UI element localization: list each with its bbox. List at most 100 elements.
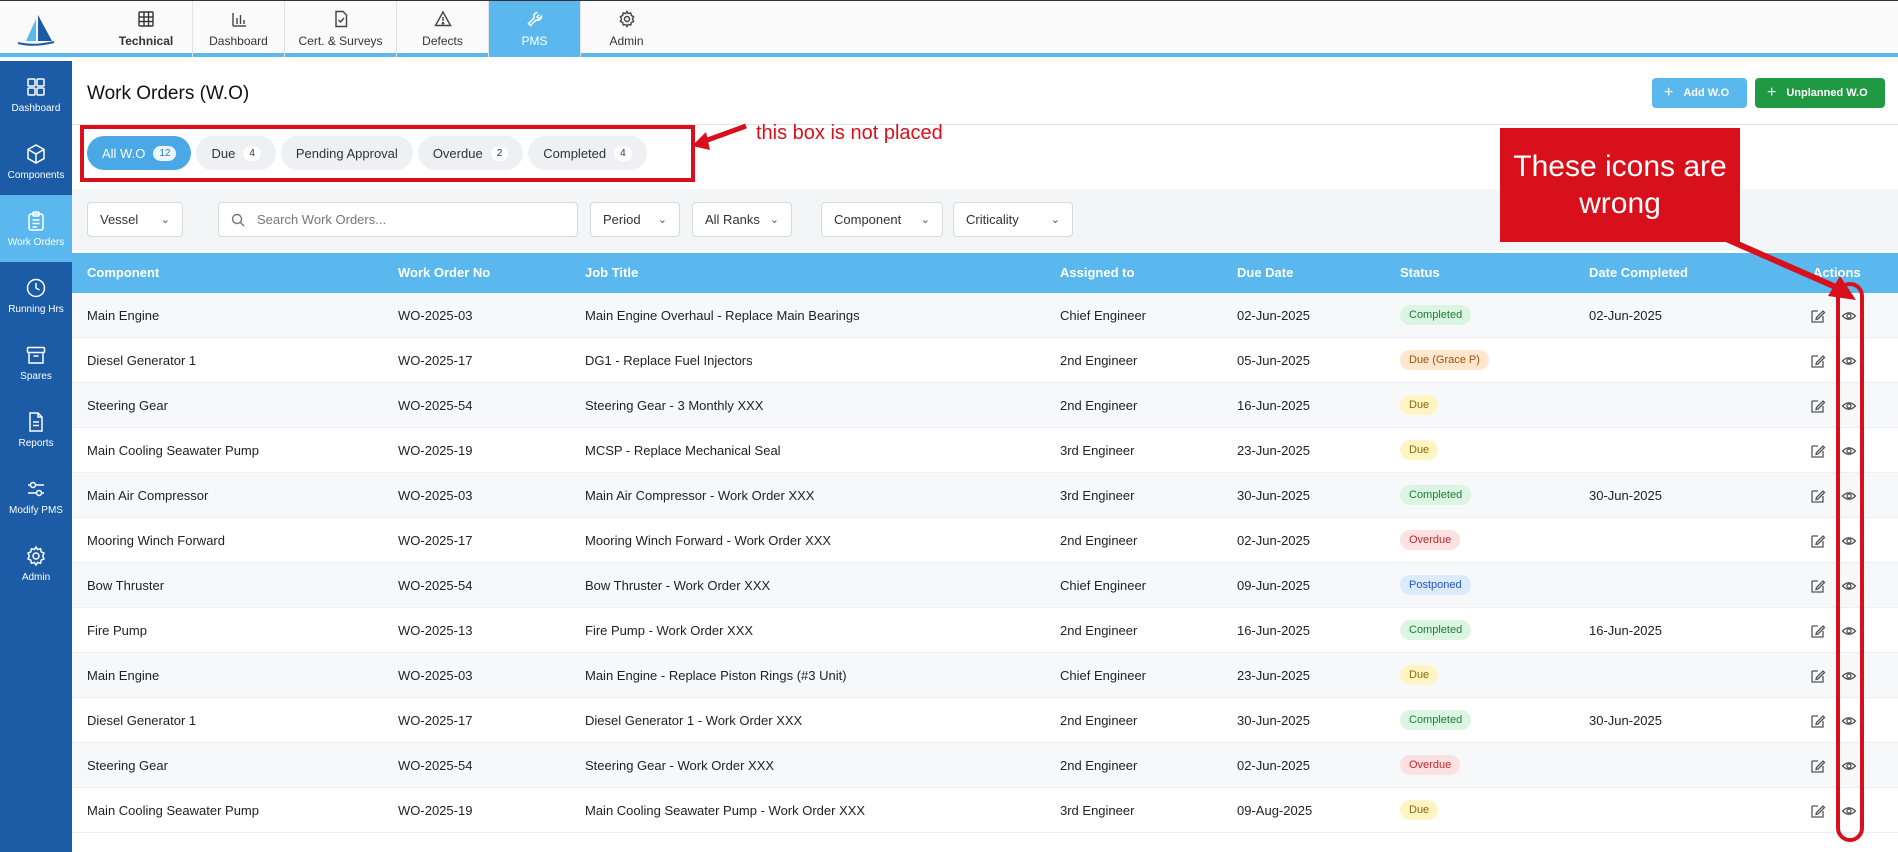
company-logo[interactable] [12, 13, 56, 47]
cube-icon [27, 143, 45, 164]
sidebar-item-work-orders[interactable]: Work Orders [0, 195, 72, 262]
column-header[interactable]: Date Completed [1589, 265, 1688, 280]
table-row[interactable]: Main Cooling Seawater Pump WO-2025-19 MCSP… [72, 428, 1898, 473]
edit-icon[interactable] [1810, 398, 1826, 414]
vessel-select[interactable]: Vessel ⌄ [87, 202, 183, 237]
table-row[interactable]: Main Engine WO-2025-03 Main Engine - Repla… [72, 653, 1898, 698]
table-row[interactable]: Main Cooling Seawater Pump WO-2025-19 Main… [72, 788, 1898, 833]
component-select[interactable]: Component ⌄ [821, 202, 943, 237]
column-header[interactable]: Job Title [585, 265, 638, 280]
edit-icon[interactable] [1810, 803, 1826, 819]
table-cell: Main Air Compressor - Work Order XXX [585, 488, 815, 503]
table-row[interactable]: Main Engine WO-2025-03 Main Engine Overhau… [72, 293, 1898, 338]
table-cell: 02-Jun-2025 [1237, 758, 1310, 773]
table-row[interactable]: Steering Gear WO-2025-54 Steering Gear - 3… [72, 383, 1898, 428]
table-cell: 05-Jun-2025 [1237, 353, 1310, 368]
warning-icon [433, 10, 452, 27]
table-cell: Diesel Generator 1 [87, 353, 197, 368]
search-input[interactable]: Search Work Orders... [218, 202, 578, 237]
edit-icon[interactable] [1810, 578, 1826, 594]
table-cell: Mooring Winch Forward - Work Order XXX [585, 533, 832, 548]
topnav-technical[interactable]: Technical [100, 1, 192, 57]
edit-icon[interactable] [1810, 308, 1826, 324]
edit-icon[interactable] [1810, 668, 1826, 684]
table-cell: Steering Gear [87, 758, 168, 773]
topnav-defects[interactable]: Defects [396, 1, 488, 57]
table-row[interactable]: Mooring Winch Forward WO-2025-17 Mooring W… [72, 518, 1898, 563]
table-cell: Steering Gear - 3 Monthly XXX [585, 398, 764, 413]
topnav-label: Dashboard [209, 34, 268, 48]
table-row[interactable]: Main Air Compressor WO-2025-03 Main Air Co… [72, 473, 1898, 518]
unplanned-work-order-button[interactable]: + Unplanned W.O [1755, 78, 1885, 108]
top-navigation-bar: Technical Dashboard Cert. & Surveys Defe… [0, 0, 1898, 57]
status-badge: Due [1400, 800, 1439, 820]
table-cell: Fire Pump - Work Order XXX [585, 623, 754, 638]
column-header[interactable]: Status [1400, 265, 1440, 280]
chevron-down-icon: ⌄ [160, 214, 170, 226]
table-cell: WO-2025-13 [398, 623, 473, 638]
column-header[interactable]: Component [87, 265, 159, 280]
annotation-callout-line: wrong [1579, 187, 1661, 220]
topnav-pms[interactable]: PMS [488, 1, 580, 57]
table-cell: Main Air Compressor [87, 488, 209, 503]
sidebar-item-reports[interactable]: Reports [0, 396, 72, 463]
table-cell: 16-Jun-2025 [1589, 623, 1662, 638]
table-cell: Main Cooling Seawater Pump [87, 803, 259, 818]
status-badge: Due (Grace P) [1400, 350, 1489, 370]
period-select[interactable]: Period ⌄ [590, 202, 680, 237]
table-cell: Fire Pump [87, 623, 147, 638]
gear-icon [27, 545, 45, 566]
ranks-select[interactable]: All Ranks ⌄ [692, 202, 792, 237]
sidebar-item-label: Spares [20, 370, 52, 382]
table-cell: Main Engine Overhaul - Replace Main Bear… [585, 308, 860, 323]
edit-icon[interactable] [1810, 533, 1826, 549]
table-cell: 3rd Engineer [1060, 803, 1135, 818]
column-header[interactable]: Work Order No [398, 265, 490, 280]
sidebar-item-components[interactable]: Components [0, 128, 72, 195]
table-cell: WO-2025-17 [398, 353, 473, 368]
column-header[interactable]: Due Date [1237, 265, 1293, 280]
archive-icon [26, 346, 46, 364]
table-cell: Chief Engineer [1060, 668, 1146, 683]
table-header: Component Work Order No Job Title Assign… [72, 253, 1898, 293]
clipboard-icon [28, 210, 44, 231]
sidebar-item-dashboard[interactable]: Dashboard [0, 61, 72, 128]
table-row[interactable]: Steering Gear WO-2025-54 Steering Gear - W… [72, 743, 1898, 788]
sidebar-item-admin[interactable]: Admin [0, 530, 72, 597]
table-row[interactable]: Bow Thruster WO-2025-54 Bow Thruster - Wor… [72, 563, 1898, 608]
table-cell: WO-2025-19 [398, 443, 473, 458]
column-header[interactable]: Assigned to [1060, 265, 1134, 280]
edit-icon[interactable] [1810, 488, 1826, 504]
edit-icon[interactable] [1810, 758, 1826, 774]
table-row[interactable]: Fire Pump WO-2025-13 Fire Pump - Work Orde… [72, 608, 1898, 653]
table-row[interactable]: Diesel Generator 1 WO-2025-17 Diesel Gener… [72, 698, 1898, 743]
status-badge: Due [1400, 665, 1439, 685]
criticality-select[interactable]: Criticality ⌄ [953, 202, 1073, 237]
table-cell: Main Cooling Seawater Pump - Work Order … [585, 803, 866, 818]
bar-chart-icon [231, 13, 246, 27]
topnav-admin[interactable]: Admin [580, 1, 672, 57]
sliders-icon [28, 481, 44, 496]
sidebar-item-running-hrs[interactable]: Running Hrs [0, 262, 72, 329]
table-cell: 23-Jun-2025 [1237, 668, 1310, 683]
edit-icon[interactable] [1810, 713, 1826, 729]
search-icon [231, 213, 245, 226]
topnav-dashboard[interactable]: Dashboard [192, 1, 284, 57]
edit-icon[interactable] [1810, 443, 1826, 459]
table-cell: 16-Jun-2025 [1237, 398, 1310, 413]
status-badge: Due [1400, 440, 1439, 460]
unplanned-work-order-label: Unplanned W.O [1786, 87, 1868, 99]
sidebar-item-modify-pms[interactable]: Modify PMS [0, 463, 72, 530]
edit-icon[interactable] [1810, 623, 1826, 639]
topnav-cert-surveys[interactable]: Cert. & Surveys [284, 1, 396, 57]
table-cell: 2nd Engineer [1060, 353, 1138, 368]
add-work-order-button[interactable]: + Add W.O [1652, 78, 1747, 108]
period-select-value: Period [603, 212, 641, 227]
edit-icon[interactable] [1810, 353, 1826, 369]
table-cell: 2nd Engineer [1060, 533, 1138, 548]
annotation-arrow [692, 123, 747, 150]
dashboard-icon [27, 77, 45, 96]
sidebar-item-spares[interactable]: Spares [0, 329, 72, 396]
table-row[interactable]: Diesel Generator 1 WO-2025-17 DG1 - Replac… [72, 338, 1898, 383]
sidebar-item-label: Dashboard [11, 102, 61, 114]
